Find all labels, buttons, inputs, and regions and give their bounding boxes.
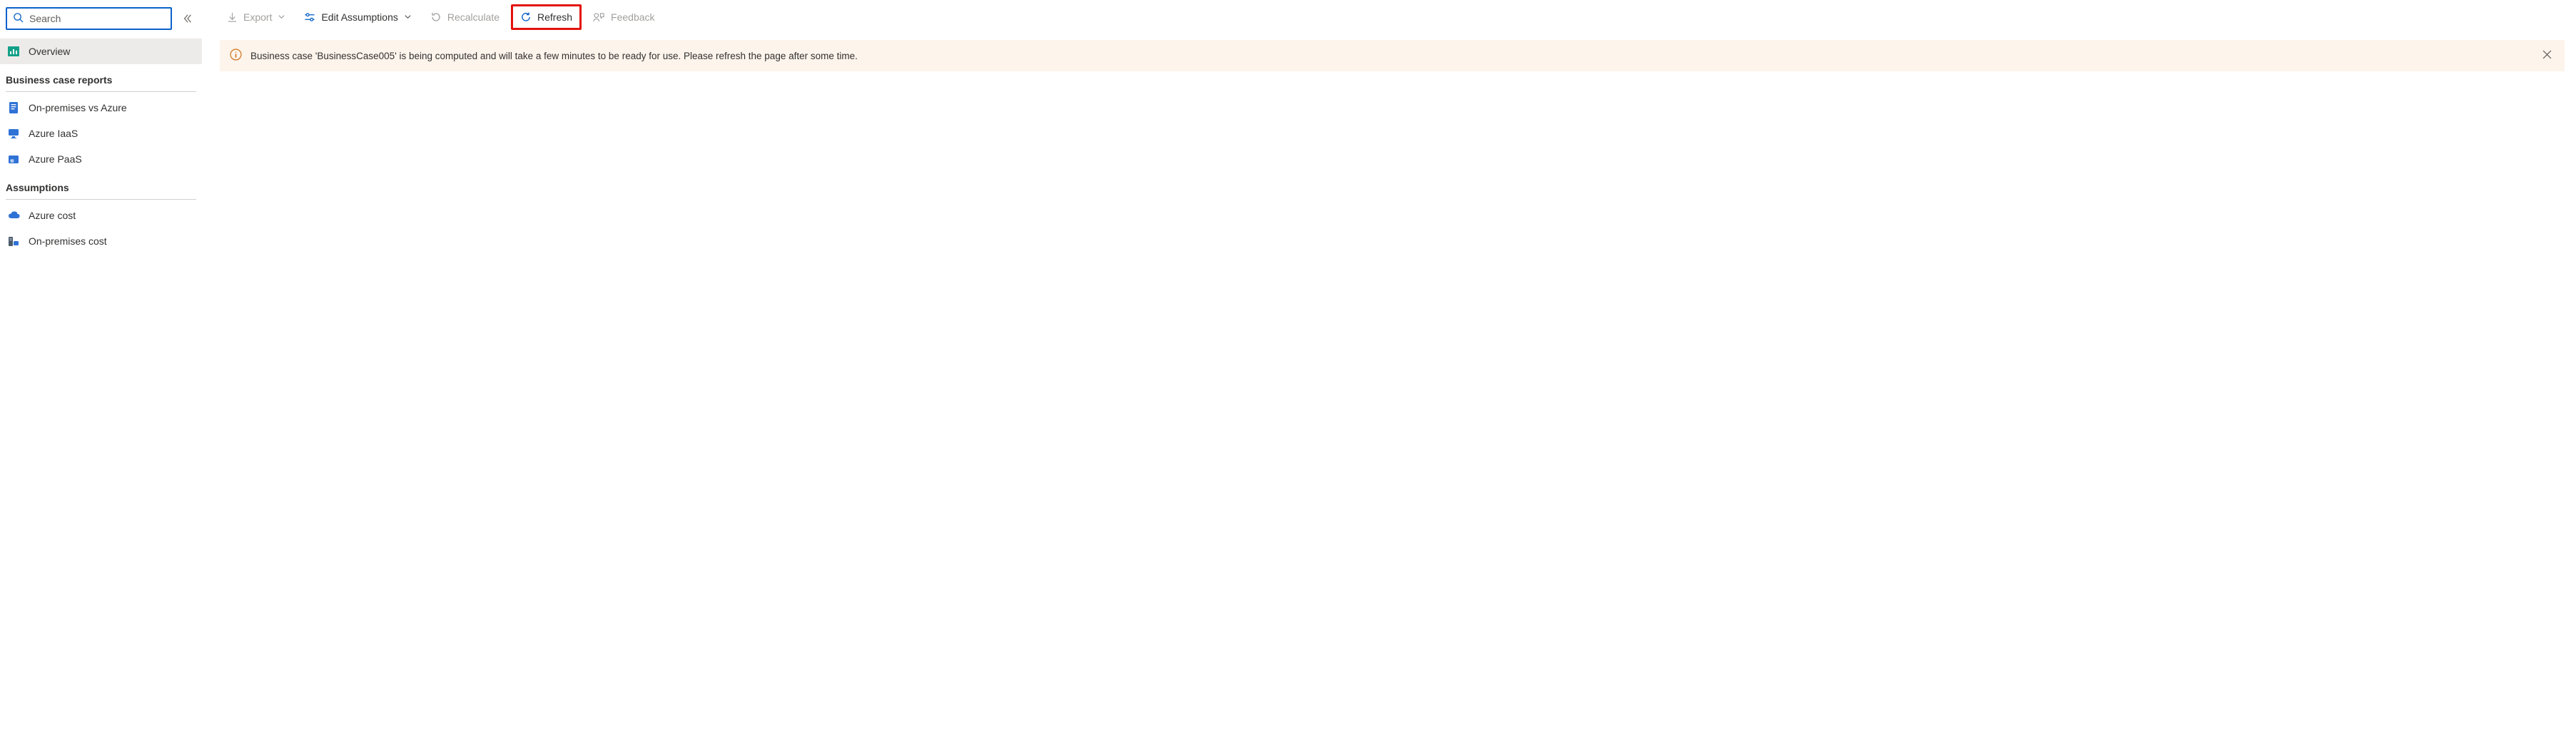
toolbar-label: Edit Assumptions: [321, 11, 397, 23]
section-header-assumptions: Assumptions: [0, 172, 202, 198]
search-row: [0, 7, 202, 39]
section-header-reports: Business case reports: [0, 64, 202, 90]
cloud-icon: [7, 211, 20, 220]
sidebar-item-onprem-vs-azure[interactable]: On-premises vs Azure: [0, 95, 202, 121]
edit-assumptions-button[interactable]: Edit Assumptions: [297, 6, 418, 29]
refresh-icon: [520, 11, 532, 23]
sidebar-item-onprem-cost[interactable]: On-premises cost: [0, 228, 202, 254]
chevron-down-icon: [278, 11, 285, 23]
document-icon: [7, 102, 20, 113]
svg-text:DB: DB: [10, 159, 14, 163]
main-content: Export Edit Assumptions: [203, 0, 2576, 754]
sidebar-item-overview[interactable]: Overview: [0, 39, 202, 64]
sidebar-item-label: Azure IaaS: [29, 128, 78, 139]
toolbar: Export Edit Assumptions: [220, 0, 2565, 34]
toolbar-label: Recalculate: [447, 11, 500, 23]
sidebar-item-label: Overview: [29, 46, 70, 57]
search-icon: [13, 12, 24, 25]
recalculate-icon: [430, 11, 442, 23]
info-text: Business case 'BusinessCase005' is being…: [250, 51, 2531, 61]
sidebar-item-azure-cost[interactable]: Azure cost: [0, 203, 202, 228]
sidebar-item-azure-iaas[interactable]: Azure IaaS: [0, 121, 202, 146]
sliders-icon: [304, 12, 315, 23]
search-box[interactable]: [6, 7, 172, 30]
sidebar-item-label: On-premises cost: [29, 235, 107, 247]
divider: [6, 199, 196, 200]
refresh-button[interactable]: Refresh: [513, 6, 579, 29]
info-icon: [230, 49, 242, 63]
search-input[interactable]: [29, 13, 165, 24]
sidebar: Overview Business case reports On-premis…: [0, 0, 203, 754]
close-notification-button[interactable]: [2540, 47, 2555, 64]
monitor-icon: [7, 128, 20, 138]
recalculate-button[interactable]: Recalculate: [423, 6, 507, 29]
server-icon: [7, 236, 20, 247]
divider: [6, 91, 196, 92]
sidebar-item-label: On-premises vs Azure: [29, 102, 127, 113]
info-notification: Business case 'BusinessCase005' is being…: [220, 40, 2565, 71]
sidebar-item-label: Azure cost: [29, 210, 76, 221]
overview-icon: [7, 46, 20, 56]
feedback-button[interactable]: Feedback: [586, 6, 661, 29]
toolbar-label: Feedback: [611, 11, 654, 23]
sidebar-item-azure-paas[interactable]: DB Azure PaaS: [0, 146, 202, 172]
download-icon: [227, 12, 238, 23]
sidebar-item-label: Azure PaaS: [29, 153, 82, 165]
database-icon: DB: [7, 154, 20, 164]
toolbar-label: Refresh: [537, 11, 572, 23]
refresh-highlight: Refresh: [511, 4, 582, 30]
chevron-down-icon: [404, 11, 412, 23]
collapse-sidebar-button[interactable]: [179, 10, 196, 27]
toolbar-label: Export: [243, 11, 272, 23]
export-button[interactable]: Export: [220, 6, 293, 29]
feedback-icon: [593, 12, 605, 23]
